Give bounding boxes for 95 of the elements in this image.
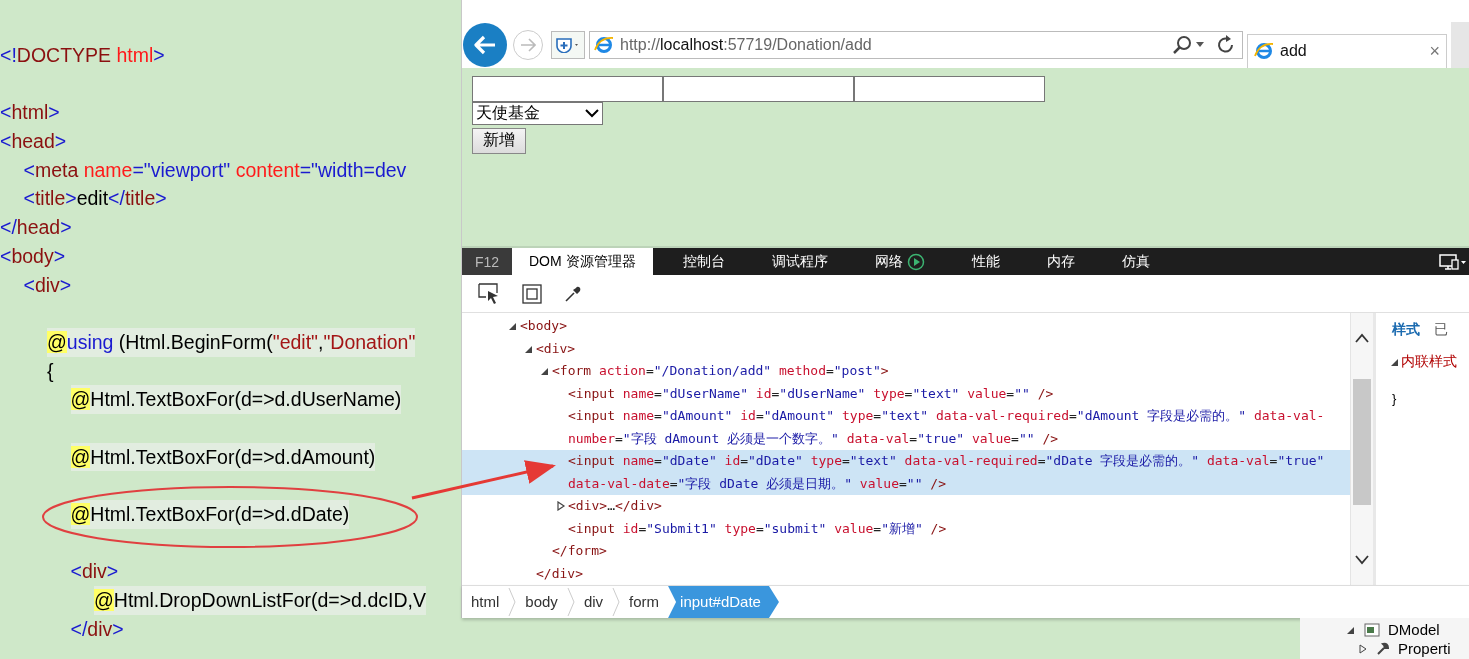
tree-item[interactable]: DModel <box>1346 620 1469 639</box>
tab-strip-background <box>1451 21 1469 68</box>
select-element-icon[interactable] <box>478 282 500 305</box>
scrollbar-thumb[interactable] <box>1353 379 1371 505</box>
text-input-field[interactable] <box>472 75 663 102</box>
dom-node-text: <form action="/Donation/add" method="post"> <box>552 362 889 380</box>
dom-tree-row[interactable]: <input name="dAmount" id="dAmount" type="text" data-val-required="dAmount 字段是必需的。" data-val-number="字段 dAmount 必须是一个数字。" data-val="true" value="" /> <box>462 405 1350 450</box>
tab-label: 网络 <box>874 252 903 271</box>
expanded-triangle-icon[interactable] <box>1390 357 1400 367</box>
search-icon[interactable] <box>1172 34 1192 55</box>
back-button[interactable] <box>463 22 507 67</box>
code-line: <meta name="viewport" content="width=dev <box>23 157 407 183</box>
tab-title: add <box>1280 42 1308 61</box>
code-line: <title>edit</title> <box>23 186 167 212</box>
code-line: <div> <box>23 272 72 298</box>
project-icon <box>1364 621 1380 638</box>
section-title: 内联样式 <box>1401 353 1457 371</box>
play-circle-icon <box>906 252 925 271</box>
dom-node-text: <body> <box>520 317 567 335</box>
chevron-separator-icon <box>612 587 621 617</box>
dom-tree-row[interactable]: <body> <box>462 315 1350 338</box>
forward-arrow-icon <box>520 37 536 52</box>
dom-tree-row[interactable]: <div> <box>462 337 1350 360</box>
caret-icon[interactable] <box>1196 41 1204 48</box>
browser-logo-icon <box>594 34 614 55</box>
code-line: <!DOCTYPE html> <box>0 43 165 68</box>
text-input-field[interactable] <box>663 75 854 102</box>
code-line: { <box>47 358 54 384</box>
shield-plus-icon <box>555 36 581 53</box>
dom-tree-row[interactable]: <input name="dDate" id="dDate" type="text" data-val-required="dDate 字段是必需的。" data-val="true" data-val-date="字段 dDate 必须是日期。" value="" /> <box>462 450 1350 495</box>
tab-label: 仿真 <box>1121 252 1150 271</box>
dom-tree-row[interactable]: <form action="/Donation/add" method="post"> <box>462 360 1350 383</box>
tab-label: 调试程序 <box>771 252 828 271</box>
compatibility-button[interactable] <box>551 30 585 59</box>
eyedropper-icon[interactable] <box>564 284 582 303</box>
chevron-separator-icon <box>566 587 575 617</box>
code-line: <html> <box>0 100 60 126</box>
dom-tree-row[interactable]: <input id="Submit1" type="submit" value="新增" /> <box>462 517 1350 540</box>
dom-node-text: </form> <box>552 542 607 560</box>
tab-label: 内存 <box>1046 252 1075 271</box>
address-bar[interactable]: http://localhost:57719/Donation/add <box>589 30 1243 59</box>
devtools-tab[interactable]: 网络 <box>857 248 942 275</box>
tree-item[interactable]: Properti <box>1358 639 1469 658</box>
text-input-field[interactable] <box>854 75 1045 102</box>
browser-tab[interactable]: add × <box>1247 33 1447 68</box>
dom-node-text: <input name="dAmount" id="dAmount" type="text" data-val-required="dAmount 字段是必需的。" data-val-number="字段 dAmount 必须是一个数字。" data-val="true" value="" /> <box>568 407 1326 448</box>
chevron-down-icon <box>585 108 599 118</box>
devtools-tab[interactable]: 内存 <box>1029 248 1092 275</box>
scroll-down-icon[interactable] <box>1355 555 1369 565</box>
f12-label: F12 <box>462 248 512 275</box>
browser-logo-icon <box>1254 41 1274 62</box>
dom-tree-row[interactable]: <div>…</div> <box>462 495 1350 518</box>
back-arrow-icon <box>474 34 496 55</box>
devtools-tab[interactable]: DOM 资源管理器 <box>512 248 653 275</box>
chevron-separator-icon <box>508 587 517 617</box>
code-line: </div> <box>70 616 124 642</box>
devtools-tab[interactable]: 控制台 <box>665 248 742 275</box>
scroll-up-icon[interactable] <box>1355 333 1369 343</box>
close-button[interactable]: × <box>1429 40 1440 62</box>
breadcrumb-item[interactable]: form <box>620 586 669 618</box>
box-icon[interactable] <box>522 283 542 304</box>
tree-item-label: Properti <box>1398 640 1451 657</box>
code-line: </head> <box>0 215 72 241</box>
code-text: } <box>1392 391 1398 406</box>
breadcrumb-item[interactable]: div <box>574 586 613 618</box>
code-line: <head> <box>0 129 67 155</box>
breadcrumb-item[interactable]: html <box>462 586 509 618</box>
dom-node-text: <div> <box>536 339 576 358</box>
dom-node-text: <input id="Submit1" type="submit" value="新增" /> <box>568 519 947 538</box>
devtools-tab[interactable]: 性能 <box>954 248 1017 275</box>
tab-label: 性能 <box>971 252 1000 271</box>
tab-label: DOM 资源管理器 <box>529 252 636 271</box>
breadcrumb-item[interactable]: body <box>516 586 567 618</box>
dom-tree-row[interactable]: </div> <box>462 562 1350 585</box>
dom-node-text: <input name="dUserName" id="dUserName" type="text" value="" /> <box>568 384 1054 403</box>
wrench-icon <box>1376 641 1390 656</box>
dom-tree-row[interactable]: </form> <box>462 540 1350 563</box>
refresh-icon[interactable] <box>1216 34 1236 55</box>
collapsed-triangle-icon <box>1358 643 1368 654</box>
tab-label: 控制台 <box>682 252 725 271</box>
dom-node-text: <div>…</div> <box>568 497 662 515</box>
code-line: <body> <box>0 243 66 269</box>
url-text: http://localhost:57719/Donation/add <box>620 35 873 54</box>
dom-node-text: </div> <box>536 564 583 583</box>
dom-tree-row[interactable]: <input name="dUserName" id="dUserName" type="text" value="" /> <box>462 382 1350 405</box>
dropdown[interactable]: 天使基金 <box>472 101 603 125</box>
tree-item-label: DModel <box>1388 621 1440 638</box>
monitor-icon[interactable] <box>1439 252 1467 271</box>
devtools-tab[interactable]: 调试程序 <box>754 248 845 275</box>
dom-node-text: <input name="dDate" id="dDate" type="text" data-val-required="dDate 字段是必需的。" data-val="true" data-val-date="字段 dDate 必须是日期。" value="" /> <box>568 452 1326 493</box>
styles-tab[interactable]: 已 <box>1434 321 1448 339</box>
devtools-tab[interactable]: 仿真 <box>1104 248 1167 275</box>
code-line: <div> <box>70 559 119 585</box>
styles-tab[interactable]: 样式 <box>1392 321 1420 339</box>
submit-button[interactable]: 新增 <box>472 127 526 154</box>
